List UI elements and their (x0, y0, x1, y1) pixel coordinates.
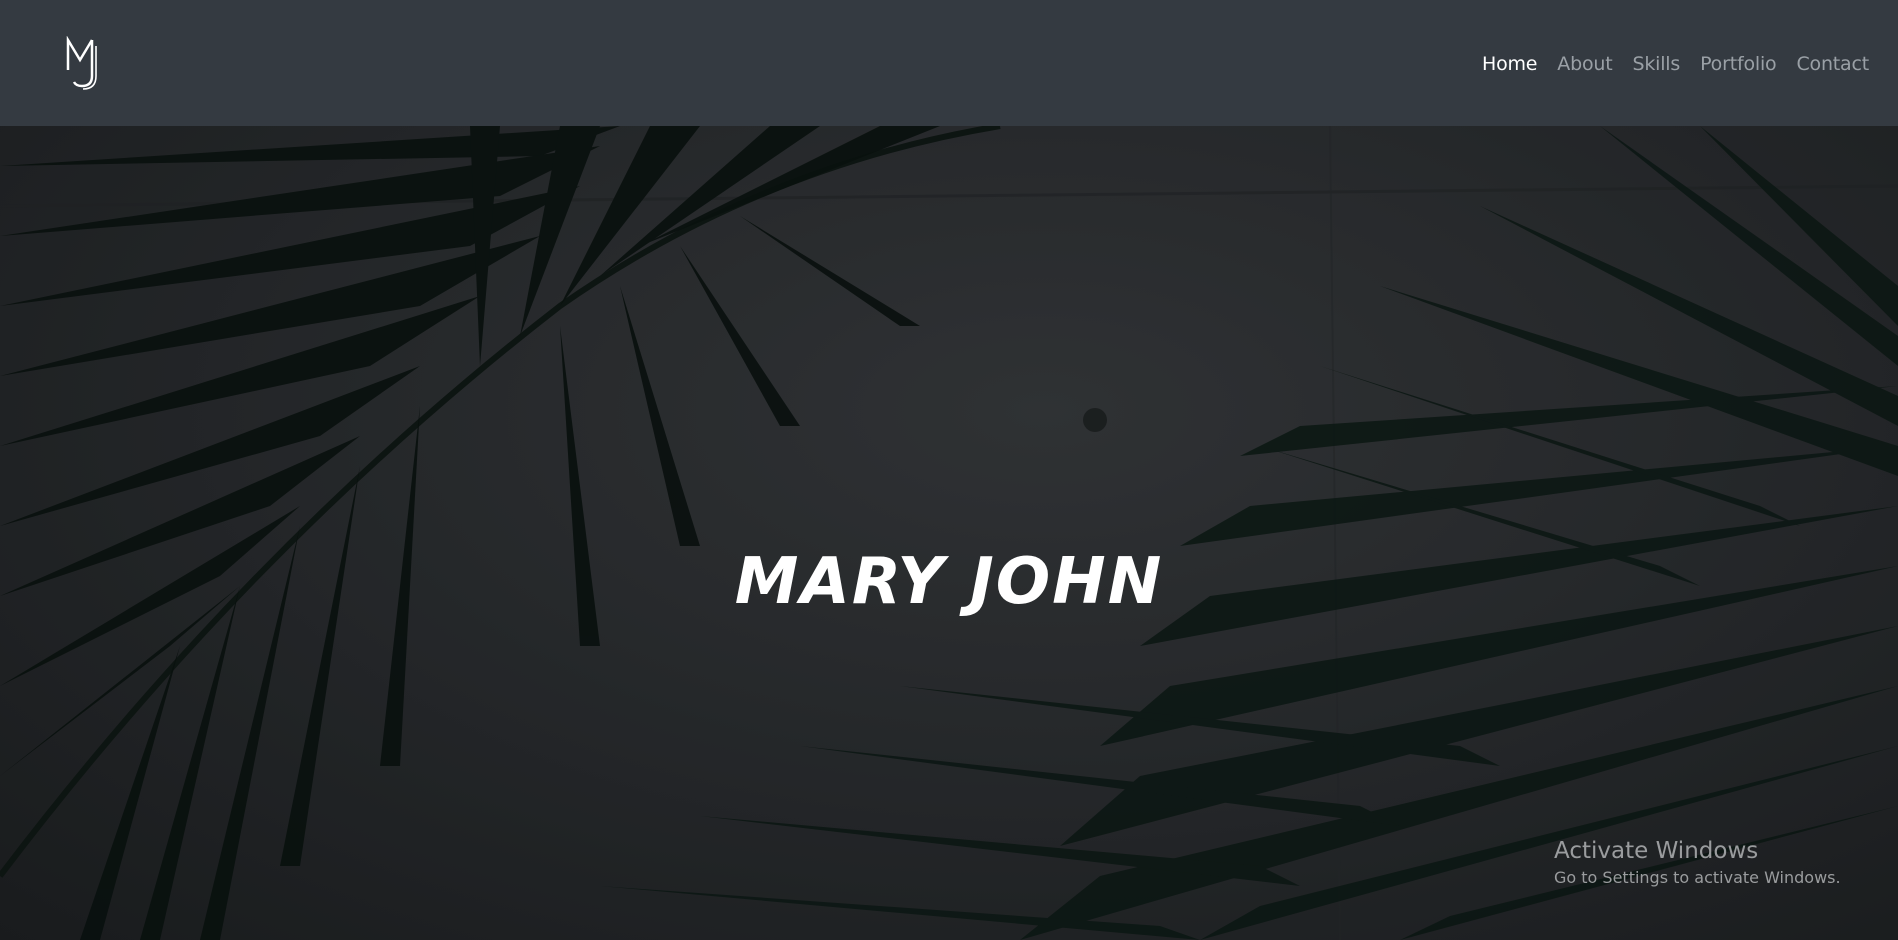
palm-leaves-background (0, 126, 1898, 940)
watermark-title: Activate Windows (1554, 838, 1759, 864)
nav-portfolio[interactable]: Portfolio (1700, 50, 1777, 78)
watermark-subtitle: Go to Settings to activate Windows. (1554, 868, 1841, 887)
nav-contact[interactable]: Contact (1796, 50, 1869, 78)
nav-skills[interactable]: Skills (1632, 50, 1680, 78)
main-nav: Home About Skills Portfolio Contact (1482, 50, 1869, 78)
navbar: Home About Skills Portfolio Contact (0, 0, 1898, 126)
hero-section: MARY JOHN (0, 126, 1898, 940)
mj-monogram-icon (66, 35, 97, 90)
windows-activation-watermark: Activate Windows Go to Settings to activ… (1554, 836, 1841, 890)
hero-title: MARY JOHN (734, 544, 1164, 619)
nav-home[interactable]: Home (1482, 50, 1538, 78)
site-logo[interactable] (66, 35, 100, 90)
nav-about[interactable]: About (1557, 50, 1612, 78)
